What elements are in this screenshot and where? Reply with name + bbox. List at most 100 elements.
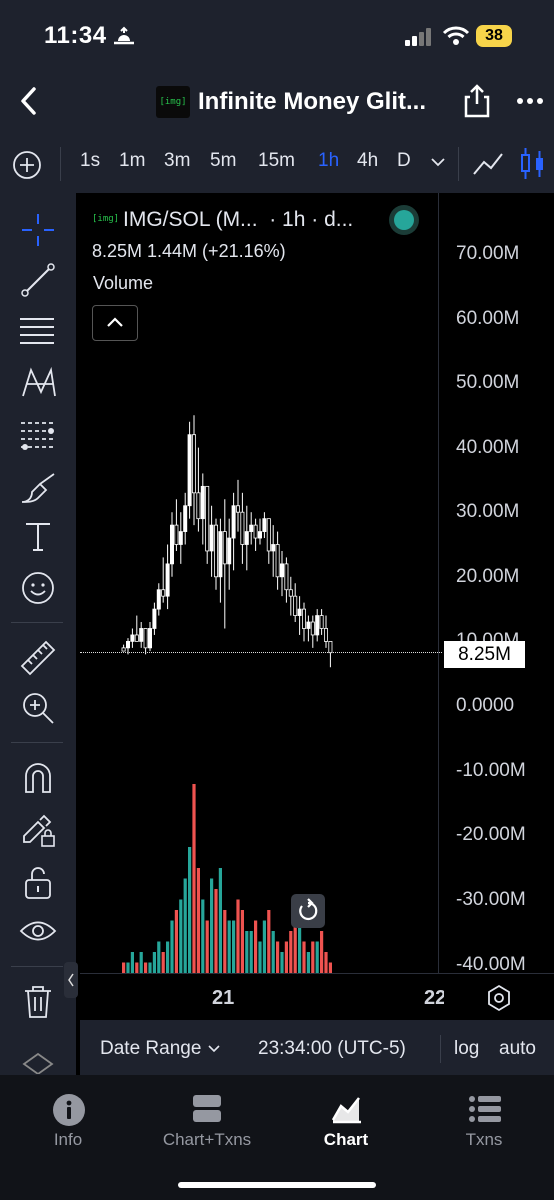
share-icon[interactable] — [462, 84, 492, 118]
timeframe-5m[interactable]: 5m — [210, 150, 236, 172]
candle-body — [222, 531, 227, 565]
area-chart-icon — [331, 1097, 361, 1124]
volume-bar — [122, 962, 126, 973]
back-chevron-icon[interactable] — [18, 86, 40, 116]
candle-body — [271, 544, 276, 552]
volume-bar — [324, 952, 328, 973]
zoom-in-icon[interactable] — [20, 690, 56, 726]
candle-body — [262, 518, 267, 532]
text-tool-icon[interactable] — [22, 520, 54, 554]
crosshair-icon[interactable] — [20, 212, 56, 248]
timeframe-1m[interactable]: 1m — [119, 150, 145, 172]
volume-bar — [201, 899, 205, 973]
chevron-down-icon[interactable] — [430, 156, 446, 168]
volume-bar — [302, 941, 306, 973]
timeframe-d[interactable]: D — [397, 150, 411, 172]
candle-body — [187, 434, 192, 507]
split-view-icon — [193, 1095, 221, 1122]
y-axis-label: 70.00M — [456, 243, 520, 264]
volume-bar — [236, 899, 240, 973]
ruler-icon[interactable] — [18, 638, 58, 676]
volume-bar — [183, 878, 187, 973]
pattern-icon[interactable] — [19, 364, 57, 400]
timeframe-3m[interactable]: 3m — [164, 150, 190, 172]
volume-bar — [223, 910, 227, 973]
volume-bar — [157, 941, 161, 973]
log-scale-toggle[interactable]: log — [454, 1038, 479, 1060]
candle-body — [178, 531, 183, 545]
y-axis-label: -30.00M — [456, 889, 526, 910]
signal-icon — [405, 28, 431, 46]
emoji-icon[interactable] — [20, 570, 56, 606]
timeframe-1h[interactable]: 1h — [318, 150, 339, 172]
volume-bar — [254, 920, 258, 973]
more-icon[interactable] — [516, 96, 544, 106]
fib-icon[interactable] — [19, 418, 57, 452]
wifi-icon — [442, 26, 470, 45]
indicator-label[interactable]: Volume — [93, 273, 153, 294]
candle-body — [244, 531, 249, 545]
horizontal-lines-icon[interactable] — [18, 314, 56, 348]
layers-icon[interactable] — [20, 1050, 56, 1074]
tab-txns-label: Txns — [465, 1130, 503, 1149]
volume-bar — [289, 931, 293, 973]
info-icon — [53, 1094, 85, 1126]
y-axis-label: 60.00M — [456, 308, 520, 329]
tab-info-label: Info — [53, 1130, 83, 1149]
candle-body — [240, 511, 245, 545]
settings-icon[interactable] — [486, 984, 512, 1012]
legend-symbol[interactable]: IMG/SOL (M... · 1h · d... — [123, 208, 353, 232]
candle-body — [126, 640, 131, 649]
timeframe-4h[interactable]: 4h — [357, 150, 378, 172]
auto-scale-toggle[interactable]: auto — [499, 1038, 536, 1060]
divider — [440, 1035, 441, 1063]
divider — [11, 966, 63, 967]
brush-icon[interactable] — [18, 470, 58, 506]
candle-body — [196, 492, 201, 520]
candle-body — [301, 608, 306, 629]
candle-body — [284, 563, 289, 591]
legend-token-icon: [img] — [92, 214, 120, 224]
line-chart-icon[interactable] — [472, 150, 504, 178]
candle-body — [279, 563, 284, 578]
divider — [11, 742, 63, 743]
volume-bar — [227, 920, 231, 973]
unlock-icon[interactable] — [22, 864, 54, 900]
candle-body — [165, 563, 170, 597]
timeframe-15m[interactable]: 15m — [258, 150, 295, 172]
lock-drawing-icon[interactable] — [20, 812, 56, 848]
candle-body — [310, 621, 315, 636]
candle-body — [319, 615, 324, 629]
trend-line-icon[interactable] — [20, 262, 56, 298]
date-range-button[interactable]: Date Range — [100, 1038, 221, 1060]
candle-body — [275, 544, 280, 578]
volume-bar — [205, 920, 209, 973]
y-axis-label: -20.00M — [456, 824, 526, 845]
volume-bar — [161, 952, 165, 973]
volume-bar — [276, 941, 280, 973]
candle-body — [231, 505, 236, 539]
y-axis-label: 20.00M — [456, 566, 520, 587]
volume-bar — [196, 868, 200, 973]
list-icon — [469, 1096, 501, 1122]
magnet-icon[interactable] — [21, 760, 55, 796]
candle-body — [200, 485, 205, 520]
timezone-button[interactable]: 23:34:00 (UTC-5) — [258, 1038, 406, 1060]
reset-chart-button[interactable] — [291, 894, 325, 928]
candles-icon[interactable] — [518, 146, 548, 182]
chevron-down-icon — [208, 1045, 220, 1053]
collapse-legend-button[interactable] — [92, 305, 138, 341]
candle-body — [143, 628, 148, 649]
volume-bar — [188, 847, 192, 973]
timeframe-1s[interactable]: 1s — [80, 150, 100, 172]
candle-body — [288, 589, 293, 597]
collapse-toolbar-handle[interactable] — [64, 962, 78, 998]
tab-chart-txns-label: Chart+Txns — [162, 1130, 252, 1149]
volume-bar — [210, 878, 214, 973]
eye-icon[interactable] — [19, 916, 57, 946]
add-indicator-icon[interactable] — [12, 150, 42, 180]
volume-bar — [315, 941, 319, 973]
y-axis-label: -40.00M — [456, 954, 526, 975]
trash-icon[interactable] — [22, 984, 54, 1020]
candle-body — [161, 589, 166, 597]
